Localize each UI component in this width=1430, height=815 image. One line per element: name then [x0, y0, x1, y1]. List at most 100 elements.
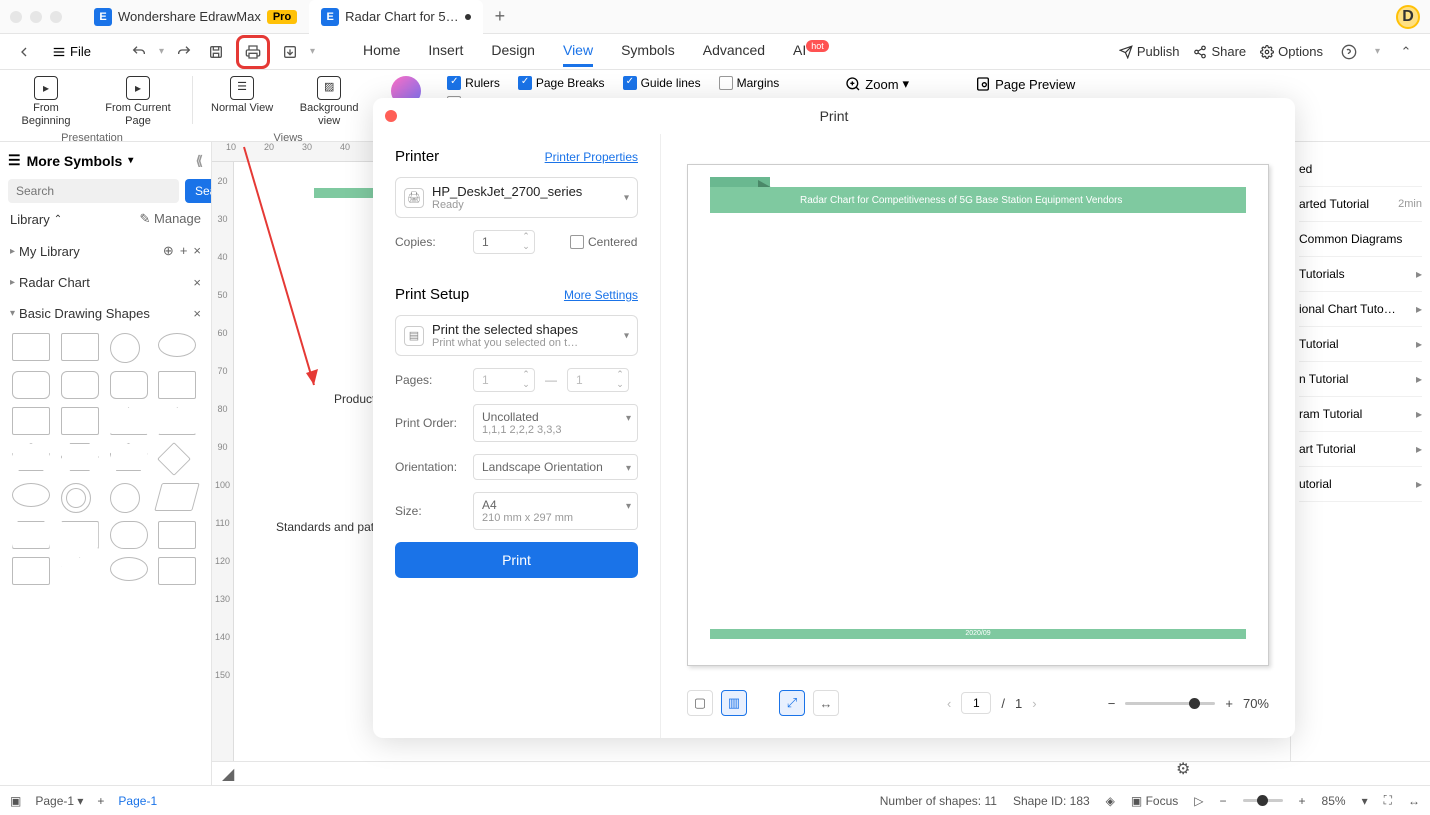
- shape-pentagon2[interactable]: [110, 443, 148, 471]
- panel-item[interactable]: utorial▸: [1299, 467, 1422, 502]
- radar-chart-row[interactable]: ▸Radar Chart ×: [8, 267, 203, 298]
- manage-button[interactable]: ✎ Manage: [140, 211, 202, 227]
- tab-advanced[interactable]: Advanced: [703, 36, 765, 67]
- close-dialog-button[interactable]: [385, 110, 397, 122]
- shape-cloud[interactable]: [110, 557, 148, 581]
- shape-rect[interactable]: [61, 333, 99, 361]
- tab-view[interactable]: View: [563, 36, 593, 67]
- zoom-dropdown[interactable]: Zoom▾: [845, 76, 909, 92]
- save-button[interactable]: [204, 40, 228, 64]
- shape-frame[interactable]: [61, 407, 99, 435]
- rulers-checkbox[interactable]: Rulers: [447, 76, 500, 90]
- normal-view-button[interactable]: ☰Normal View: [211, 76, 273, 128]
- publish-button[interactable]: Publish: [1119, 44, 1180, 59]
- page-breaks-checkbox[interactable]: Page Breaks: [518, 76, 605, 90]
- margins-checkbox[interactable]: Margins: [719, 76, 780, 90]
- zoom-in-button[interactable]: +: [1225, 696, 1233, 711]
- add-page-button[interactable]: +: [97, 794, 104, 808]
- minimize-window[interactable]: [30, 11, 42, 23]
- user-avatar[interactable]: D: [1396, 5, 1420, 29]
- panel-item[interactable]: Tutorial▸: [1299, 327, 1422, 362]
- shape-pill[interactable]: [110, 521, 148, 549]
- shape-pentagon[interactable]: [12, 443, 50, 471]
- panel-item[interactable]: Common Diagrams: [1299, 222, 1422, 257]
- from-current-button[interactable]: From Current Page: [102, 76, 174, 128]
- shape-circle[interactable]: [110, 333, 140, 363]
- orientation-select[interactable]: Landscape Orientation▾: [473, 454, 638, 480]
- print-submit-button[interactable]: Print: [395, 542, 638, 578]
- shape-ellipse[interactable]: [158, 333, 196, 357]
- single-page-button[interactable]: ▢: [687, 690, 713, 716]
- plus-icon[interactable]: +: [180, 243, 188, 259]
- zoom-in[interactable]: +: [1299, 794, 1306, 808]
- shape-trap[interactable]: [12, 407, 50, 435]
- print-scope-select[interactable]: ▤ Print the selected shapes Print what y…: [395, 315, 638, 356]
- redo-button[interactable]: [172, 40, 196, 64]
- undo-button[interactable]: [127, 40, 151, 64]
- shape-right-triangle[interactable]: [61, 521, 99, 549]
- shape-parallelogram[interactable]: [154, 483, 200, 511]
- collapse-ribbon-button[interactable]: ⌃: [1394, 40, 1418, 64]
- copies-input[interactable]: 1: [473, 230, 535, 254]
- size-select[interactable]: A4 210 mm x 297 mm ▾: [473, 492, 638, 530]
- shape-misc[interactable]: [158, 557, 196, 585]
- printer-select[interactable]: 🖨 HP_DeskJet_2700_series Ready ▾: [395, 177, 638, 218]
- shape-ellipse2[interactable]: [12, 483, 50, 507]
- zoom-window[interactable]: [50, 11, 62, 23]
- collapse-sidebar-button[interactable]: ⟪: [196, 153, 203, 169]
- zoom-slider[interactable]: [1243, 799, 1283, 802]
- page-number-input[interactable]: [961, 692, 991, 714]
- tab-symbols[interactable]: Symbols: [621, 36, 675, 67]
- print-order-select[interactable]: Uncollated 1,1,1 2,2,2 3,3,3 ▾: [473, 404, 638, 442]
- play-icon[interactable]: ▷: [1194, 794, 1203, 808]
- print-button[interactable]: [241, 40, 265, 64]
- search-button[interactable]: Search: [185, 179, 212, 203]
- shape-triangle[interactable]: [110, 407, 148, 435]
- two-page-button[interactable]: ▥: [721, 690, 747, 716]
- centered-checkbox[interactable]: Centered: [570, 235, 638, 249]
- tab-app[interactable]: E Wondershare EdrawMax Pro: [82, 0, 309, 34]
- shape-star[interactable]: [61, 557, 99, 585]
- panel-item[interactable]: art Tutorial▸: [1299, 432, 1422, 467]
- guide-lines-checkbox[interactable]: Guide lines: [623, 76, 701, 90]
- close-icon[interactable]: ×: [193, 243, 201, 259]
- zoom-slider[interactable]: [1125, 702, 1215, 705]
- new-tab-button[interactable]: +: [483, 6, 518, 27]
- tab-insert[interactable]: Insert: [428, 36, 463, 67]
- search-input[interactable]: [8, 179, 179, 203]
- panel-item[interactable]: Tutorials▸: [1299, 257, 1422, 292]
- shape-card[interactable]: [158, 371, 196, 399]
- shape-rounded-rect[interactable]: [61, 371, 99, 399]
- page-selector[interactable]: Page-1 ▾: [35, 794, 83, 808]
- zoom-out[interactable]: −: [1220, 794, 1227, 808]
- layers-icon[interactable]: ◈: [1106, 794, 1115, 808]
- basic-shapes-row[interactable]: ▾Basic Drawing Shapes ×: [8, 298, 203, 329]
- settings-gear-icon[interactable]: ⚙: [1176, 759, 1200, 783]
- panel-item[interactable]: n Tutorial▸: [1299, 362, 1422, 397]
- tab-document[interactable]: E Radar Chart for 5…: [309, 0, 482, 34]
- focus-button[interactable]: ▣ Focus: [1131, 794, 1178, 808]
- panel-item[interactable]: arted Tutorial2min: [1299, 187, 1422, 222]
- tab-home[interactable]: Home: [363, 36, 400, 67]
- add-icon[interactable]: ⊕: [163, 243, 174, 259]
- close-icon[interactable]: ×: [193, 275, 201, 290]
- page-tab[interactable]: Page-1: [118, 794, 157, 808]
- file-menu[interactable]: File: [44, 40, 99, 63]
- background-view-button[interactable]: ▨Background view: [293, 76, 365, 128]
- shape-rect2[interactable]: [158, 521, 196, 549]
- next-page-button[interactable]: ›: [1032, 696, 1036, 711]
- fit-width-icon[interactable]: ↔: [1408, 794, 1420, 808]
- from-beginning-button[interactable]: From Beginning: [10, 76, 82, 128]
- shape-hexagon[interactable]: [61, 443, 99, 471]
- fit-page-icon[interactable]: ⛶: [1384, 793, 1392, 808]
- shape-triangle2[interactable]: [158, 407, 196, 435]
- share-button[interactable]: Share: [1193, 44, 1246, 59]
- my-library-row[interactable]: ▸My Library ⊕+×: [8, 235, 203, 267]
- shape-circle2[interactable]: [110, 483, 140, 513]
- tab-design[interactable]: Design: [491, 36, 535, 67]
- fit-button[interactable]: ⤢: [779, 690, 805, 716]
- layout-icon[interactable]: ▣: [10, 794, 21, 808]
- shape-donut[interactable]: [61, 483, 91, 513]
- eyedropper-icon[interactable]: ◢: [222, 764, 234, 784]
- help-button[interactable]: [1337, 40, 1361, 64]
